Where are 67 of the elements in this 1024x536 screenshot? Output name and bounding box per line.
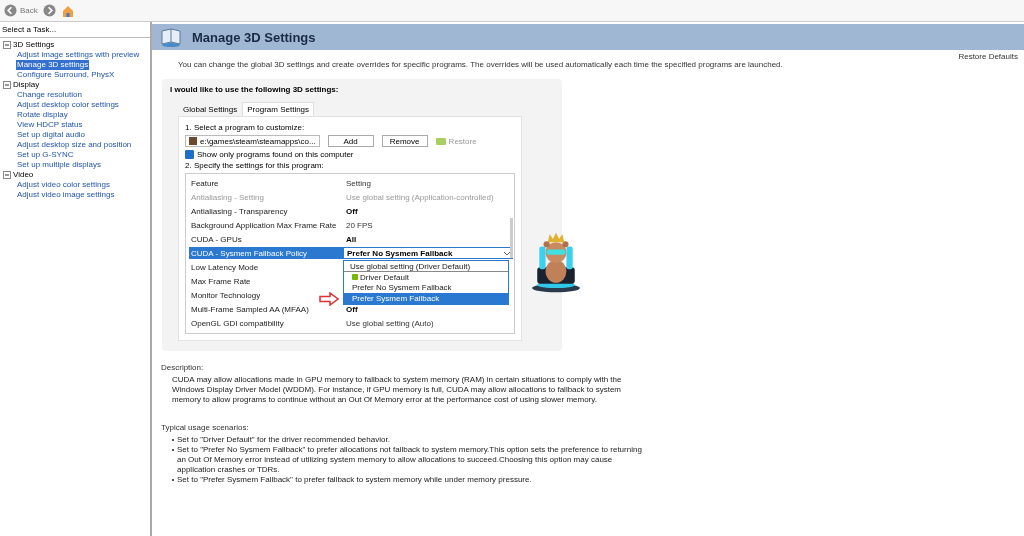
setting-cell[interactable]: All [343,233,513,245]
dropdown-option[interactable]: Prefer No Sysmem Fallback [344,282,508,293]
program-select[interactable]: e:\games\steam\steamapps\co... [185,135,320,147]
back-button[interactable]: Back [4,4,38,17]
right-arrow-icon [319,292,339,306]
setting-select[interactable]: Prefer No Sysmem Fallback [343,247,513,259]
task-link[interactable]: Set up G-SYNC [16,150,75,160]
page-title: Manage 3D Settings [192,29,316,45]
forward-icon[interactable] [42,4,56,17]
sidebar-title: Select a Task... [1,25,58,36]
section-title: Typical usage scenarios: [161,423,250,432]
add-button[interactable]: Add [327,135,374,147]
task-link[interactable]: Configure Surround, PhysX [16,70,116,80]
setting-cell[interactable]: Off [343,205,513,217]
feature-cell[interactable]: Max Frame Rate [189,275,343,287]
feature-cell[interactable]: Low Latency Mode [189,261,343,273]
description-text: CUDA may allow allocations made in GPU memory to fallback to system memory (RAM) in certain situations to comply with the Windows Display Driver Model (WDDM). For instance, if GPU memory is full, CUDA may allow allocations to fallback to system memory to allow programs to continue without an Out Of Memory error at the performance cost of using slower memory. [172,375,623,405]
restore-defaults-link[interactable]: Restore Defaults [958,52,1018,61]
task-link[interactable]: Manage 3D settings [16,60,90,70]
feature-cell[interactable]: Antialiasing - Transparency [189,205,343,217]
task-link[interactable]: Change resolution [16,90,83,100]
step-label: 2. Specify the settings for this program: [185,161,325,170]
tree-category[interactable]: Video [13,170,34,180]
group-title: I would like to use the following 3D settings: [170,85,340,94]
collapse-icon[interactable] [3,171,11,179]
task-link[interactable]: Set up digital audio [16,130,87,140]
dropdown-option[interactable]: Driver Default [344,272,508,283]
task-link[interactable]: Rotate display [16,110,69,120]
feature-cell[interactable]: CUDA - GPUs [189,233,343,245]
checkbox-label: Show only programs found on this computer [197,150,354,159]
tab[interactable]: Global Settings [178,102,243,116]
feature-cell[interactable]: CUDA - Sysmem Fallback Policy [189,247,343,259]
column-header: Setting [345,177,372,189]
feature-cell[interactable]: Monitor Technology [189,289,343,301]
task-link[interactable]: Adjust desktop color settings [16,100,120,110]
home-icon[interactable] [60,3,75,18]
collapse-icon[interactable] [3,41,11,49]
caret-icon[interactable] [503,249,511,257]
task-link[interactable]: Set up multiple displays [16,160,103,170]
feature-cell[interactable]: OpenGL GDI compatibility [189,317,343,329]
nvidia-badge-icon [435,137,446,145]
feature-cell[interactable]: Background Application Max Frame Rate [189,219,343,231]
collapse-icon[interactable] [3,81,11,89]
column-header: Feature [190,177,220,189]
task-link[interactable]: Adjust video color settings [16,180,111,190]
tree-category[interactable]: Display [13,80,40,90]
setting-cell[interactable]: Off [343,303,513,315]
section-title: Description: [161,363,205,372]
task-link[interactable]: Adjust desktop size and position [16,140,133,150]
tree-category[interactable]: 3D Settings [13,40,55,50]
checkbox[interactable] [185,150,194,159]
usage-item: Set to "Prefer Sysmem Fallback" to prefer fallback to system memory while under memory pressure. [177,475,532,485]
dropdown-option[interactable]: Prefer Sysmem Fallback [344,293,508,304]
task-link[interactable]: Adjust image settings with preview [16,50,141,60]
feature-cell[interactable]: Multi-Frame Sampled AA (MFAA) [189,303,343,315]
step-label: 1. Select a program to customize: [185,123,306,132]
task-link[interactable]: View HDCP status [16,120,84,130]
remove-button[interactable]: Remove [381,135,428,147]
tab[interactable]: Program Settings [242,102,315,116]
dropdown-option[interactable]: Use global setting (Driver Default) [344,261,508,272]
task-link[interactable]: Adjust video image settings [16,190,116,200]
setting-cell[interactable]: 20 FPS [343,219,513,231]
usage-item: Set to "Driver Default" for the driver recommended behavior. [177,435,390,445]
usage-item: Set to "Prefer No Sysmem Fallback" to prefer allocations not fallback to system memory.This option sets the preference to returning an Out Of Memory error instead of utilizing system memory to allow allocations to succeed.Choosing this option may cause application crashes or TDRs. [177,445,642,475]
book-icon [160,26,182,48]
setting-cell[interactable]: Use global setting (Auto) [343,317,513,329]
intro-text: You can change the global 3D settings and create overrides for specific programs. The overrides will be used automatically each time the specified programs are launched. [178,60,784,69]
